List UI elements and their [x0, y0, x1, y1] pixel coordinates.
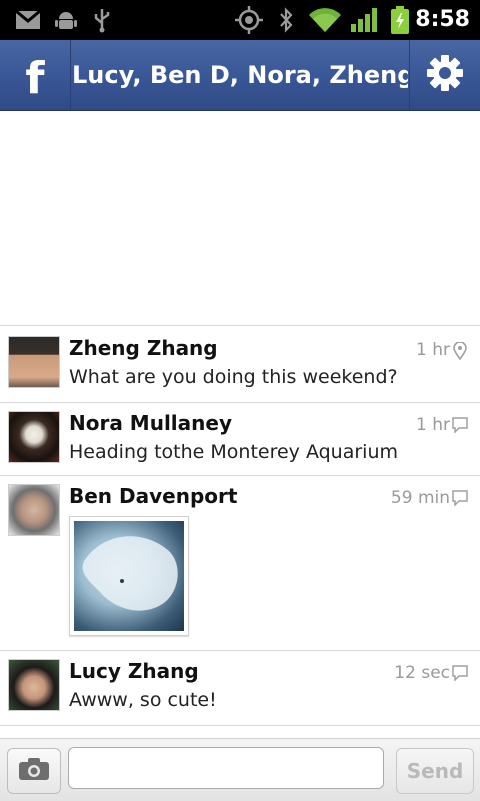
gps-icon: [234, 6, 264, 34]
chat-bubble-icon: [452, 665, 468, 682]
wifi-icon: [308, 6, 342, 34]
location-pin-icon: [452, 341, 468, 361]
avatar: [8, 484, 60, 536]
message-text: What are you doing this weekend?: [69, 366, 398, 388]
message-list: Zheng Zhang What are you doing this week…: [0, 325, 480, 726]
settings-button[interactable]: [409, 40, 480, 110]
message-text: Awww, so cute!: [69, 689, 217, 711]
camera-button[interactable]: [7, 748, 61, 794]
facebook-home-button[interactable]: f: [0, 40, 71, 110]
header-bar: f Lucy, Ben D, Nora, Zheng: [0, 40, 480, 111]
avatar: [8, 411, 60, 463]
status-bar: 8:58: [0, 0, 480, 40]
message-time: 1 hr: [416, 415, 450, 435]
chat-bubble-icon: [452, 417, 468, 434]
gmail-icon: [14, 6, 42, 34]
message-row[interactable]: Nora Mullaney Heading tothe Monterey Aqu…: [0, 402, 480, 475]
camera-icon: [18, 757, 50, 785]
message-time: 12 sec: [394, 663, 450, 683]
beluga-photo: [74, 521, 184, 631]
android-icon: [52, 6, 80, 34]
photo-attachment[interactable]: [69, 516, 189, 636]
message-input[interactable]: [68, 747, 384, 789]
message-sender: Lucy Zhang: [69, 659, 199, 683]
message-row[interactable]: Ben Davenport 59 min: [0, 475, 480, 650]
message-text: Heading tothe Monterey Aquarium: [69, 441, 399, 463]
message-sender: Zheng Zhang: [69, 336, 218, 360]
avatar: [8, 336, 60, 388]
usb-icon: [90, 6, 114, 34]
message-sender: Ben Davenport: [69, 484, 238, 508]
chat-bubble-icon: [452, 490, 468, 507]
battery-icon: [390, 6, 410, 34]
message-row[interactable]: Lucy Zhang Awww, so cute! 12 sec: [0, 650, 480, 726]
message-time: 59 min: [390, 488, 450, 508]
status-time: 8:58: [415, 7, 470, 32]
message-composer: Send: [0, 738, 480, 801]
conversation-title: Lucy, Ben D, Nora, Zheng: [72, 61, 408, 89]
avatar: [8, 659, 60, 711]
facebook-logo: f: [25, 52, 45, 104]
message-time: 1 hr: [416, 340, 450, 360]
send-button[interactable]: Send: [396, 748, 474, 794]
bluetooth-icon: [276, 6, 296, 34]
message-sender: Nora Mullaney: [69, 411, 232, 435]
message-row[interactable]: Zheng Zhang What are you doing this week…: [0, 325, 480, 402]
signal-icon: [350, 6, 378, 34]
gear-icon: [426, 54, 464, 96]
